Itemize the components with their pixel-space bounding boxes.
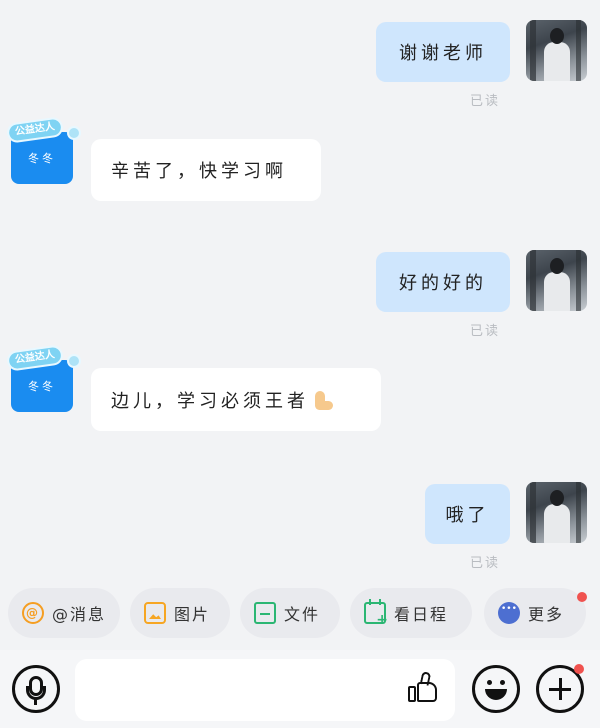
voice-button[interactable] bbox=[12, 665, 60, 713]
mention-icon: @ bbox=[22, 602, 44, 624]
message-row: 冬冬 公益达人 辛苦了，快学习啊 bbox=[0, 116, 600, 202]
image-icon bbox=[144, 602, 166, 624]
file-icon bbox=[254, 602, 276, 624]
schedule-label: 看日程 bbox=[394, 605, 449, 624]
quick-action-toolbar: @ @消息 图片 文件 看日程 更多 bbox=[0, 588, 600, 640]
message-text: 哦了 bbox=[445, 505, 490, 526]
read-receipt: 已读 bbox=[470, 94, 501, 109]
more-button[interactable]: 更多 bbox=[484, 588, 586, 638]
message-bubble[interactable]: 好的好的 bbox=[376, 252, 510, 312]
message-text: 边儿，学习必须王者 bbox=[111, 390, 309, 412]
self-avatar[interactable] bbox=[526, 20, 587, 81]
mention-button[interactable]: @ @消息 bbox=[8, 588, 120, 638]
read-receipt: 已读 bbox=[470, 324, 501, 339]
file-button[interactable]: 文件 bbox=[240, 588, 340, 638]
message-bubble[interactable]: 边儿，学习必须王者 bbox=[91, 368, 381, 431]
self-avatar[interactable] bbox=[526, 250, 587, 311]
badge-ornament bbox=[67, 126, 81, 140]
message-text: 辛苦了，快学习啊 bbox=[111, 161, 287, 182]
badge-ornament bbox=[67, 354, 81, 368]
flexed-biceps-icon bbox=[311, 389, 333, 411]
chat-area: 谢谢老师 已读 冬冬 公益达人 辛苦了，快学习啊 好的好的 已读 冬冬 公益达人 bbox=[0, 0, 600, 580]
file-label: 文件 bbox=[284, 605, 321, 624]
message-input[interactable] bbox=[75, 659, 455, 721]
message-row: 冬冬 公益达人 边儿，学习必须王者 bbox=[0, 344, 600, 440]
emoji-button[interactable] bbox=[472, 665, 520, 713]
schedule-button[interactable]: 看日程 bbox=[350, 588, 472, 638]
notification-dot bbox=[574, 664, 584, 674]
emoji-icon bbox=[487, 680, 492, 685]
image-label: 图片 bbox=[174, 605, 211, 624]
contact-avatar[interactable]: 冬冬 公益达人 bbox=[5, 116, 81, 184]
message-row: 哦了 已读 bbox=[0, 482, 600, 572]
thumbs-up-icon[interactable] bbox=[408, 671, 440, 704]
contact-avatar[interactable]: 冬冬 公益达人 bbox=[5, 344, 81, 412]
message-bubble[interactable]: 辛苦了，快学习啊 bbox=[91, 139, 321, 201]
notification-dot bbox=[577, 592, 587, 602]
message-row: 谢谢老师 已读 bbox=[0, 20, 600, 110]
message-bubble[interactable]: 谢谢老师 bbox=[376, 22, 510, 82]
more-label: 更多 bbox=[528, 605, 565, 624]
read-receipt: 已读 bbox=[470, 556, 501, 571]
mention-label: @消息 bbox=[52, 605, 107, 624]
message-text: 谢谢老师 bbox=[399, 43, 487, 64]
calendar-add-icon bbox=[364, 599, 390, 628]
message-row: 好的好的 已读 bbox=[0, 250, 600, 340]
message-input-bar bbox=[0, 650, 600, 728]
more-icon bbox=[498, 602, 520, 624]
message-text: 好的好的 bbox=[399, 273, 487, 294]
message-bubble[interactable]: 哦了 bbox=[425, 484, 510, 544]
image-button[interactable]: 图片 bbox=[130, 588, 230, 638]
self-avatar[interactable] bbox=[526, 482, 587, 543]
